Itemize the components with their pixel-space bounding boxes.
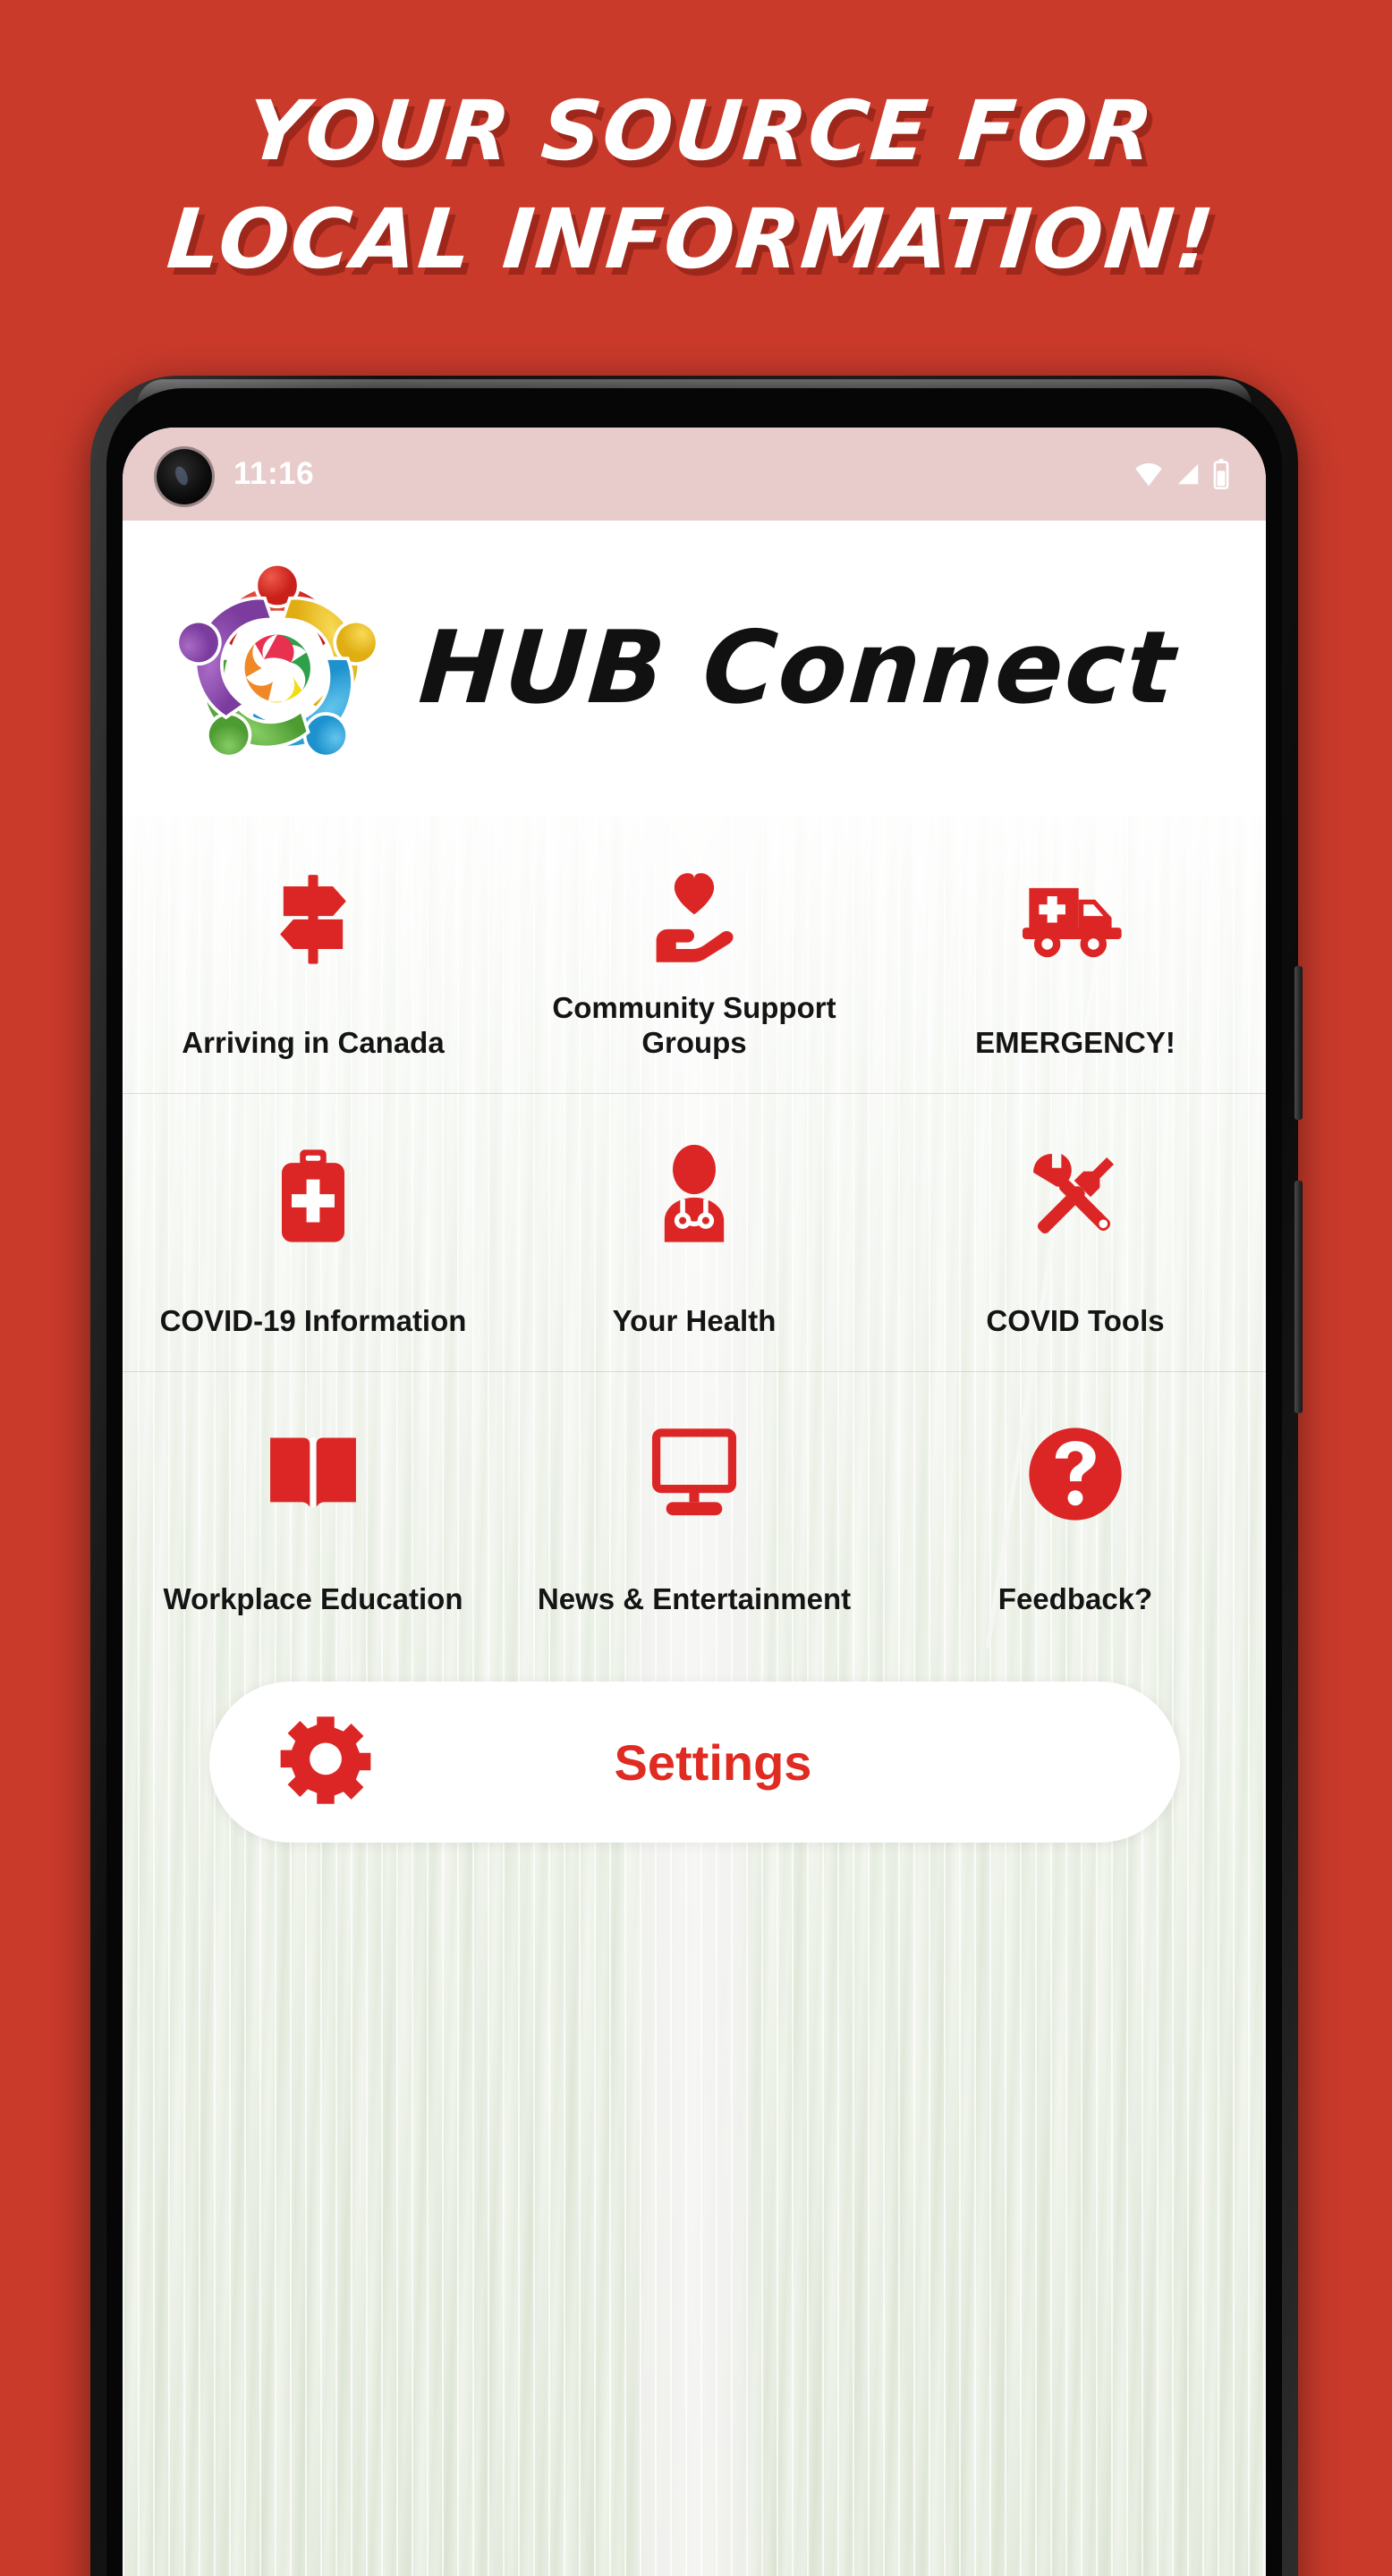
menu-item-feedback[interactable]: Feedback? xyxy=(885,1372,1266,1649)
menu-item-emergency[interactable]: EMERGENCY! xyxy=(885,816,1266,1093)
settings-button-label: Settings xyxy=(614,1733,812,1791)
menu-item-your-health[interactable]: Your Health xyxy=(504,1094,885,1371)
first-aid-kit-icon xyxy=(260,1137,366,1255)
signpost-directions-icon xyxy=(260,859,366,977)
menu-item-label: Your Health xyxy=(612,1304,777,1338)
volume-button[interactable] xyxy=(1294,966,1303,1120)
menu-item-label: Feedback? xyxy=(997,1582,1153,1616)
wrench-screwdriver-tools-icon xyxy=(1023,1137,1128,1255)
menu-item-news-and-entertainment[interactable]: News & Entertainment xyxy=(504,1372,885,1649)
menu-item-community-support-groups[interactable]: Community Support Groups xyxy=(504,816,885,1093)
menu-item-label: Arriving in Canada xyxy=(182,1026,445,1060)
app-title: HUB Connect xyxy=(415,610,1181,726)
menu-item-label: COVID-19 Information xyxy=(159,1304,467,1338)
menu-item-label: COVID Tools xyxy=(986,1304,1165,1338)
wifi-icon xyxy=(1133,460,1164,488)
gear-icon xyxy=(279,1714,372,1811)
heart-in-hand-icon xyxy=(641,859,747,977)
menu-item-covid-tools[interactable]: COVID Tools xyxy=(885,1094,1266,1371)
ambulance-icon xyxy=(1023,859,1128,977)
status-bar: 11:16 xyxy=(123,428,1266,521)
menu-item-covid-19-information[interactable]: COVID-19 Information xyxy=(123,1094,504,1371)
app-header: HUB Connect xyxy=(123,521,1266,816)
promo-headline-line-1: Your source for xyxy=(242,83,1159,179)
hub-connect-people-circle-logo-icon xyxy=(166,556,389,780)
question-mark-circle-icon xyxy=(1023,1415,1128,1533)
monitor-screen-icon xyxy=(641,1415,747,1533)
front-camera-punchhole-icon xyxy=(157,449,212,504)
power-button[interactable] xyxy=(1294,1181,1303,1413)
status-bar-icons xyxy=(1133,459,1230,489)
open-book-icon xyxy=(260,1415,366,1533)
menu-item-arriving-in-canada[interactable]: Arriving in Canada xyxy=(123,816,504,1093)
menu-item-label: News & Entertainment xyxy=(537,1582,852,1616)
doctor-stethoscope-icon xyxy=(641,1137,747,1255)
battery-icon xyxy=(1212,459,1230,489)
menu-item-label: Community Support Groups xyxy=(552,991,836,1060)
menu-item-label: EMERGENCY! xyxy=(975,1026,1176,1060)
app-content: HUB Connect Arriving in Canada Community… xyxy=(123,521,1266,2576)
menu-item-workplace-education[interactable]: Workplace Education xyxy=(123,1372,504,1649)
promo-headline-line-2: local information! xyxy=(163,191,1219,288)
phone-screen: 11:16 HUB Connect Arriving in Canada Com… xyxy=(123,428,1266,2576)
cellular-signal-icon xyxy=(1175,460,1201,488)
status-bar-time: 11:16 xyxy=(233,456,315,491)
menu-item-label: Workplace Education xyxy=(163,1582,463,1616)
settings-button[interactable]: Settings xyxy=(208,1682,1180,1843)
main-menu-grid: Arriving in Canada Community Support Gro… xyxy=(123,816,1266,1649)
promo-headline: Your source for local information! xyxy=(0,77,1392,294)
phone-mockup: 11:16 HUB Connect Arriving in Canada Com… xyxy=(90,376,1303,2576)
settings-section: Settings xyxy=(123,1682,1266,1843)
